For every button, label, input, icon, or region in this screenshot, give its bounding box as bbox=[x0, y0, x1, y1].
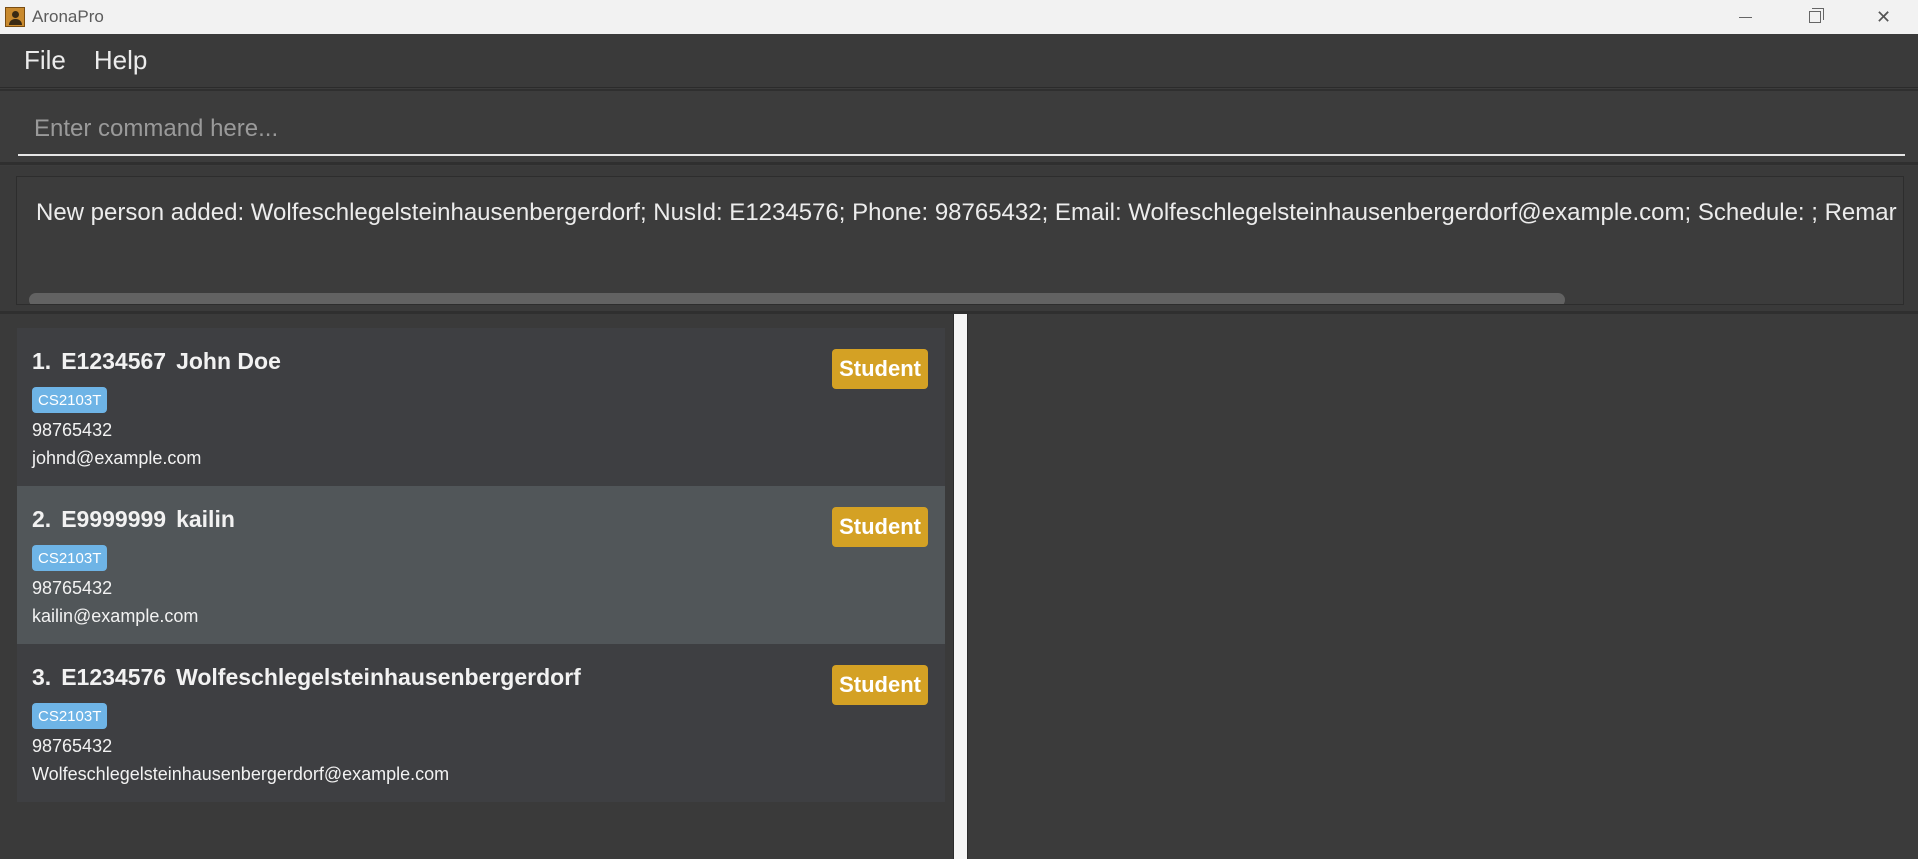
person-index: 3. bbox=[32, 664, 52, 690]
window-controls: ✕ bbox=[1711, 0, 1918, 34]
person-card[interactable]: 1. E1234567 John Doe CS2103T 98765432 john… bbox=[17, 328, 945, 486]
person-email: johnd@example.com bbox=[32, 448, 202, 468]
person-name: John Doe bbox=[176, 348, 281, 374]
close-icon: ✕ bbox=[1875, 6, 1892, 27]
result-horizontal-scrollbar[interactable] bbox=[29, 293, 1565, 304]
person-index: 1. bbox=[32, 348, 52, 374]
menu-bar: File Help bbox=[0, 34, 1918, 88]
result-display-pane: New person added: Wolfeschlegelsteinhaus… bbox=[0, 166, 1918, 314]
course-tag: CS2103T bbox=[32, 387, 108, 413]
restore-icon bbox=[1808, 8, 1824, 23]
person-card[interactable]: 2. E9999999 kailin CS2103T 98765432 kailin… bbox=[17, 486, 945, 644]
person-nusid: E9999999 bbox=[61, 506, 167, 532]
person-phone: 98765432 bbox=[32, 420, 113, 440]
person-name: Wolfeschlegelsteinhausenbergerdorf bbox=[176, 664, 581, 690]
split-pane-divider[interactable] bbox=[953, 314, 968, 859]
command-box-pane bbox=[0, 89, 1918, 165]
minimize-icon bbox=[1739, 16, 1752, 18]
role-badge: Student bbox=[832, 349, 928, 389]
person-card[interactable]: 3. E1234576 Wolfeschlegelsteinhausenberger… bbox=[17, 644, 945, 802]
restore-button[interactable] bbox=[1780, 0, 1849, 34]
course-tag: CS2103T bbox=[32, 703, 108, 729]
menu-file[interactable]: File bbox=[10, 34, 80, 88]
app-logo-icon bbox=[5, 7, 25, 27]
person-email: kailin@example.com bbox=[32, 606, 199, 626]
course-tag: CS2103T bbox=[32, 545, 108, 571]
result-display: New person added: Wolfeschlegelsteinhaus… bbox=[16, 176, 1904, 305]
person-list-pane: 1. E1234567 John Doe CS2103T 98765432 john… bbox=[0, 314, 953, 859]
person-name: kailin bbox=[176, 506, 235, 532]
minimize-button[interactable] bbox=[1711, 0, 1780, 34]
close-button[interactable]: ✕ bbox=[1849, 0, 1918, 34]
person-card-title: 1. E1234567 John Doe bbox=[32, 348, 291, 375]
menu-help[interactable]: Help bbox=[80, 34, 161, 88]
person-phone: 98765432 bbox=[32, 578, 113, 598]
person-index: 2. bbox=[32, 506, 52, 532]
result-message: New person added: Wolfeschlegelsteinhaus… bbox=[36, 199, 1897, 226]
person-email: Wolfeschlegelsteinhausenbergerdorf@examp… bbox=[32, 764, 450, 784]
person-phone: 98765432 bbox=[32, 736, 113, 756]
person-card-title: 2. E9999999 kailin bbox=[32, 506, 245, 533]
role-badge: Student bbox=[832, 507, 928, 547]
person-card-title: 3. E1234576 Wolfeschlegelsteinhausenberger… bbox=[32, 664, 591, 691]
role-badge: Student bbox=[832, 665, 928, 705]
command-input[interactable] bbox=[18, 103, 1905, 156]
person-nusid: E1234567 bbox=[61, 348, 167, 374]
window-title: AronaPro bbox=[32, 7, 104, 26]
detail-pane bbox=[968, 314, 1918, 859]
person-nusid: E1234576 bbox=[61, 664, 167, 690]
title-bar: AronaPro ✕ bbox=[0, 0, 1918, 34]
